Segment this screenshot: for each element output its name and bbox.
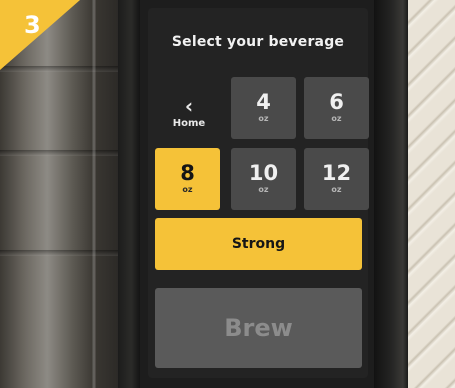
touchscreen: Select your beverage ‹ Home 4 oz 6 oz 8 … — [140, 0, 374, 388]
brew-button[interactable]: Brew — [155, 288, 362, 368]
chevron-left-icon: ‹ — [184, 94, 194, 118]
size-unit: oz — [258, 185, 269, 194]
size-option-6oz[interactable]: 6 oz — [304, 77, 369, 139]
size-unit: oz — [182, 185, 193, 194]
panel-shine — [92, 0, 96, 388]
device-bezel-right — [374, 0, 408, 388]
panel-groove — [0, 250, 118, 256]
size-value: 4 — [256, 90, 271, 114]
size-option-10oz[interactable]: 10 oz — [231, 148, 296, 210]
size-unit: oz — [331, 185, 342, 194]
size-unit: oz — [258, 114, 269, 123]
size-unit: oz — [331, 114, 342, 123]
ribbed-cream-panel — [408, 0, 455, 388]
screen-title: Select your beverage — [171, 34, 345, 50]
step-number: 3 — [24, 11, 41, 39]
strong-button[interactable]: Strong — [155, 218, 362, 270]
device-bezel-left — [118, 0, 140, 388]
size-value: 8 — [180, 161, 195, 185]
size-option-4oz[interactable]: 4 oz — [231, 77, 296, 139]
size-value: 12 — [321, 161, 352, 185]
home-label: Home — [172, 118, 206, 129]
size-value: 6 — [329, 90, 344, 114]
home-button[interactable]: ‹ Home — [160, 84, 218, 146]
size-value: 10 — [248, 161, 279, 185]
size-option-8oz[interactable]: 8 oz — [155, 148, 220, 210]
screen-content: Select your beverage ‹ Home 4 oz 6 oz 8 … — [148, 8, 369, 378]
step-badge: 3 — [0, 0, 80, 70]
panel-groove — [0, 150, 118, 156]
size-option-12oz[interactable]: 12 oz — [304, 148, 369, 210]
